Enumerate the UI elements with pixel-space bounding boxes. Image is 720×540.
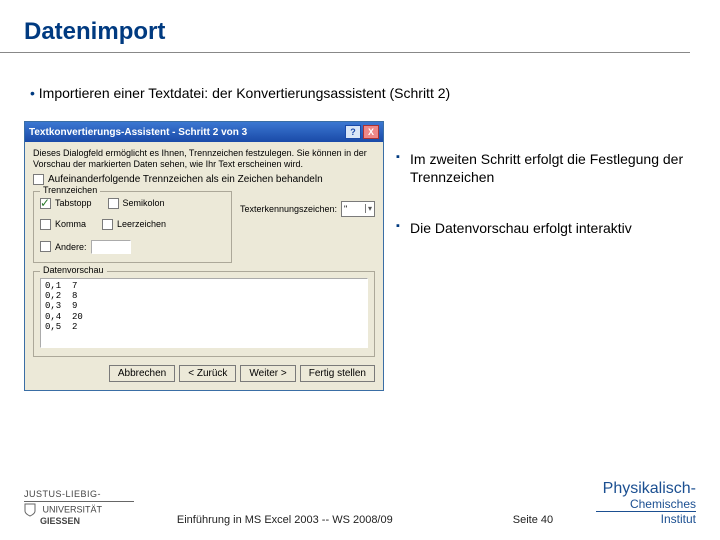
other-input[interactable] (91, 240, 131, 254)
semicolon-label: Semikolon (123, 198, 165, 208)
consecutive-label: Aufeinanderfolgende Trennzeichen als ein… (48, 174, 323, 185)
qualifier-combo[interactable]: " ▾ (341, 201, 375, 217)
slide-body: Importieren einer Textdatei: der Konvert… (0, 53, 720, 391)
other-checkbox[interactable] (40, 241, 51, 252)
delim-group-label: Trennzeichen (40, 185, 100, 195)
uni-logo: JUSTUS-LIEBIG- UNIVERSITÄT GIESSEN (24, 490, 134, 526)
next-button[interactable]: Weiter > (240, 365, 295, 382)
shield-icon (24, 503, 36, 517)
uni-logo-line1: JUSTUS-LIEBIG- (24, 490, 134, 499)
space-checkbox[interactable] (102, 219, 113, 230)
pci-line1: Physikalisch- (596, 481, 696, 498)
back-button[interactable]: < Zurück (179, 365, 236, 382)
dialog-titlebar[interactable]: Textkonvertierungs-Assistent - Schritt 2… (25, 122, 383, 142)
semicolon-checkbox[interactable] (108, 198, 119, 209)
footer-center: Einführung in MS Excel 2003 -- WS 2008/0… (177, 514, 393, 526)
preview-group-label: Datenvorschau (40, 265, 107, 275)
cancel-button[interactable]: Abbrechen (109, 365, 175, 382)
close-icon[interactable]: X (363, 125, 379, 139)
uni-logo-line2: UNIVERSITÄT (43, 504, 103, 514)
other-label: Andere: (55, 242, 87, 252)
pci-line3: Institut (596, 513, 696, 526)
slide-title: Datenimport (0, 0, 690, 53)
help-icon[interactable]: ? (345, 125, 361, 139)
comma-label: Komma (55, 219, 86, 229)
tab-checkbox[interactable] (40, 198, 51, 209)
qualifier-value: " (344, 204, 347, 214)
uni-logo-line3: GIESSEN (24, 517, 134, 526)
note-2: Die Datenvorschau erfolgt interaktiv (396, 220, 696, 238)
data-preview: 0,1 7 0,2 8 0,3 9 0,4 20 0,5 2 (40, 278, 368, 348)
tab-label: Tabstopp (55, 198, 92, 208)
pci-logo: Physikalisch- Chemisches Institut (596, 481, 696, 526)
comma-checkbox[interactable] (40, 219, 51, 230)
wizard-dialog: Textkonvertierungs-Assistent - Schritt 2… (24, 121, 384, 391)
note-1: Im zweiten Schritt erfolgt die Festlegun… (396, 151, 696, 186)
footer: JUSTUS-LIEBIG- UNIVERSITÄT GIESSEN Einfü… (0, 481, 720, 526)
page-number: Seite 40 (513, 514, 553, 526)
finish-button[interactable]: Fertig stellen (300, 365, 375, 382)
chevron-down-icon: ▾ (365, 204, 372, 213)
space-label: Leerzeichen (117, 219, 166, 229)
consecutive-checkbox[interactable] (33, 174, 44, 185)
qualifier-label: Texterkennungszeichen: (240, 204, 337, 214)
main-bullet: Importieren einer Textdatei: der Konvert… (30, 85, 696, 101)
pci-line2: Chemisches (596, 498, 696, 511)
dialog-title: Textkonvertierungs-Assistent - Schritt 2… (29, 127, 247, 138)
dialog-explain: Dieses Dialogfeld ermöglicht es Ihnen, T… (33, 148, 375, 170)
